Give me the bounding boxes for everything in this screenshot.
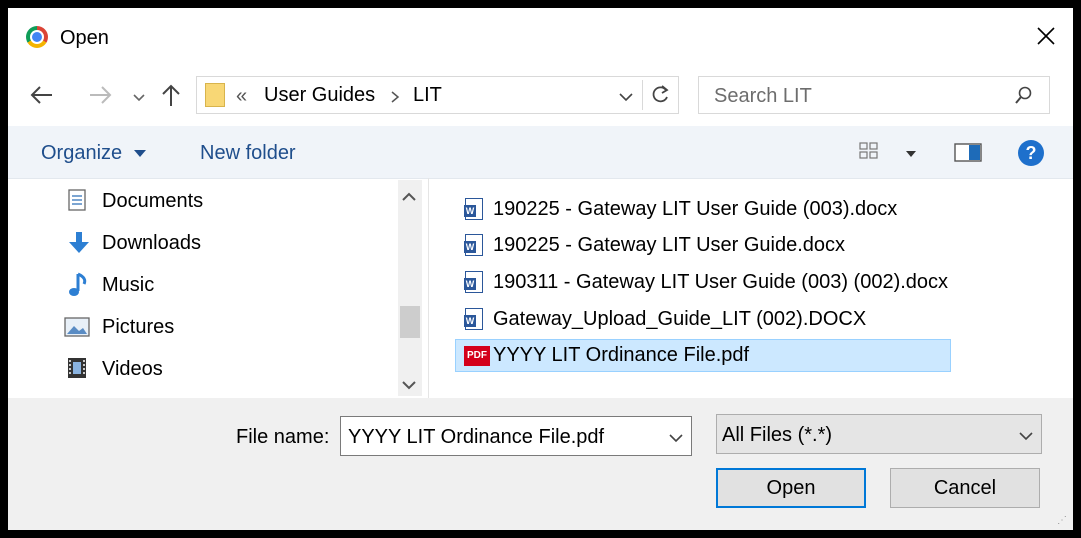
file-item[interactable]: 190225 - Gateway LIT User Guide.docx	[493, 234, 845, 257]
downloads-icon	[66, 230, 92, 261]
search-input[interactable]: Search LIT	[714, 85, 812, 108]
caret-down-icon	[133, 149, 146, 157]
preview-pane-button[interactable]	[954, 142, 984, 169]
file-name-label: File name:	[236, 426, 330, 448]
chevron-up-icon	[402, 192, 416, 201]
breadcrumb-lit[interactable]: LIT	[413, 84, 442, 107]
scroll-down-button[interactable]	[401, 378, 417, 396]
chevron-down-icon	[1019, 432, 1033, 441]
file-type-dropdown-button[interactable]	[1018, 429, 1034, 447]
videos-icon	[66, 356, 88, 385]
sidebar-item-documents[interactable]: Documents	[102, 190, 203, 213]
file-name-dropdown-button[interactable]	[668, 431, 684, 449]
file-type-value: All Files (*.*)	[722, 424, 833, 446]
forward-button[interactable]	[88, 84, 114, 111]
resize-grip-icon[interactable]: ⋰	[1057, 515, 1067, 526]
organize-label: Organize	[41, 142, 123, 164]
word-document-icon	[464, 198, 483, 220]
folder-icon	[205, 83, 225, 107]
chevron-down-icon	[133, 94, 145, 102]
chevron-down-icon	[669, 434, 683, 443]
change-view-button[interactable]	[858, 140, 920, 171]
open-button[interactable]: Open	[716, 468, 866, 508]
up-button[interactable]	[160, 82, 182, 113]
word-document-icon	[464, 271, 483, 293]
pictures-icon	[64, 316, 90, 343]
music-icon	[68, 272, 90, 303]
close-icon	[1037, 27, 1055, 45]
file-item[interactable]: YYYY LIT Ordinance File.pdf	[493, 344, 749, 367]
svg-text:?: ?	[1026, 143, 1037, 163]
new-folder-button[interactable]: New folder	[200, 142, 296, 165]
open-file-dialog: Open « User Guides LIT Search LIT Organi…	[8, 8, 1073, 530]
back-button[interactable]	[28, 84, 54, 111]
search-button[interactable]	[1014, 85, 1034, 110]
breadcrumb-user-guides[interactable]: User Guides	[264, 84, 375, 107]
refresh-icon	[652, 85, 669, 103]
chrome-icon	[26, 26, 48, 48]
recent-locations-button[interactable]	[132, 90, 146, 108]
documents-icon	[66, 188, 88, 217]
organize-button[interactable]: Organize	[41, 142, 146, 165]
preview-pane-icon	[954, 143, 982, 162]
scrollbar-thumb[interactable]	[400, 306, 420, 338]
navigation-scrollbar[interactable]	[398, 180, 422, 396]
breadcrumb-overflow[interactable]: «	[236, 85, 247, 108]
forward-arrow-icon	[90, 86, 112, 104]
back-arrow-icon	[30, 86, 52, 104]
search-icon	[1015, 86, 1032, 104]
breadcrumb-separator[interactable]	[390, 90, 400, 109]
file-item[interactable]: 190311 - Gateway LIT User Guide (003) (0…	[493, 271, 948, 294]
file-name-input[interactable]: YYYY LIT Ordinance File.pdf	[348, 426, 604, 449]
scroll-up-button[interactable]	[401, 190, 417, 208]
chevron-down-icon	[619, 93, 633, 102]
cancel-button[interactable]: Cancel	[890, 468, 1040, 508]
refresh-button[interactable]	[649, 83, 671, 112]
help-button[interactable]: ?	[1017, 139, 1045, 172]
window-title: Open	[60, 27, 109, 49]
pdf-icon: PDF	[464, 346, 490, 366]
sidebar-item-downloads[interactable]: Downloads	[102, 232, 201, 255]
sidebar-item-videos[interactable]: Videos	[102, 358, 163, 381]
view-options-icon	[859, 142, 916, 159]
help-icon: ?	[1018, 140, 1044, 166]
close-button[interactable]	[1032, 22, 1060, 50]
pane-divider[interactable]	[428, 178, 429, 398]
chevron-down-icon	[402, 381, 416, 390]
up-arrow-icon	[162, 84, 180, 106]
file-item[interactable]: 190225 - Gateway LIT User Guide (003).do…	[493, 198, 897, 221]
address-history-button[interactable]	[618, 90, 634, 108]
word-document-icon	[464, 234, 483, 256]
file-item[interactable]: Gateway_Upload_Guide_LIT (002).DOCX	[493, 308, 866, 331]
word-document-icon	[464, 308, 483, 330]
chevron-right-icon	[391, 91, 400, 103]
sidebar-item-pictures[interactable]: Pictures	[102, 316, 174, 339]
address-separator	[642, 80, 643, 110]
sidebar-item-music[interactable]: Music	[102, 274, 154, 297]
